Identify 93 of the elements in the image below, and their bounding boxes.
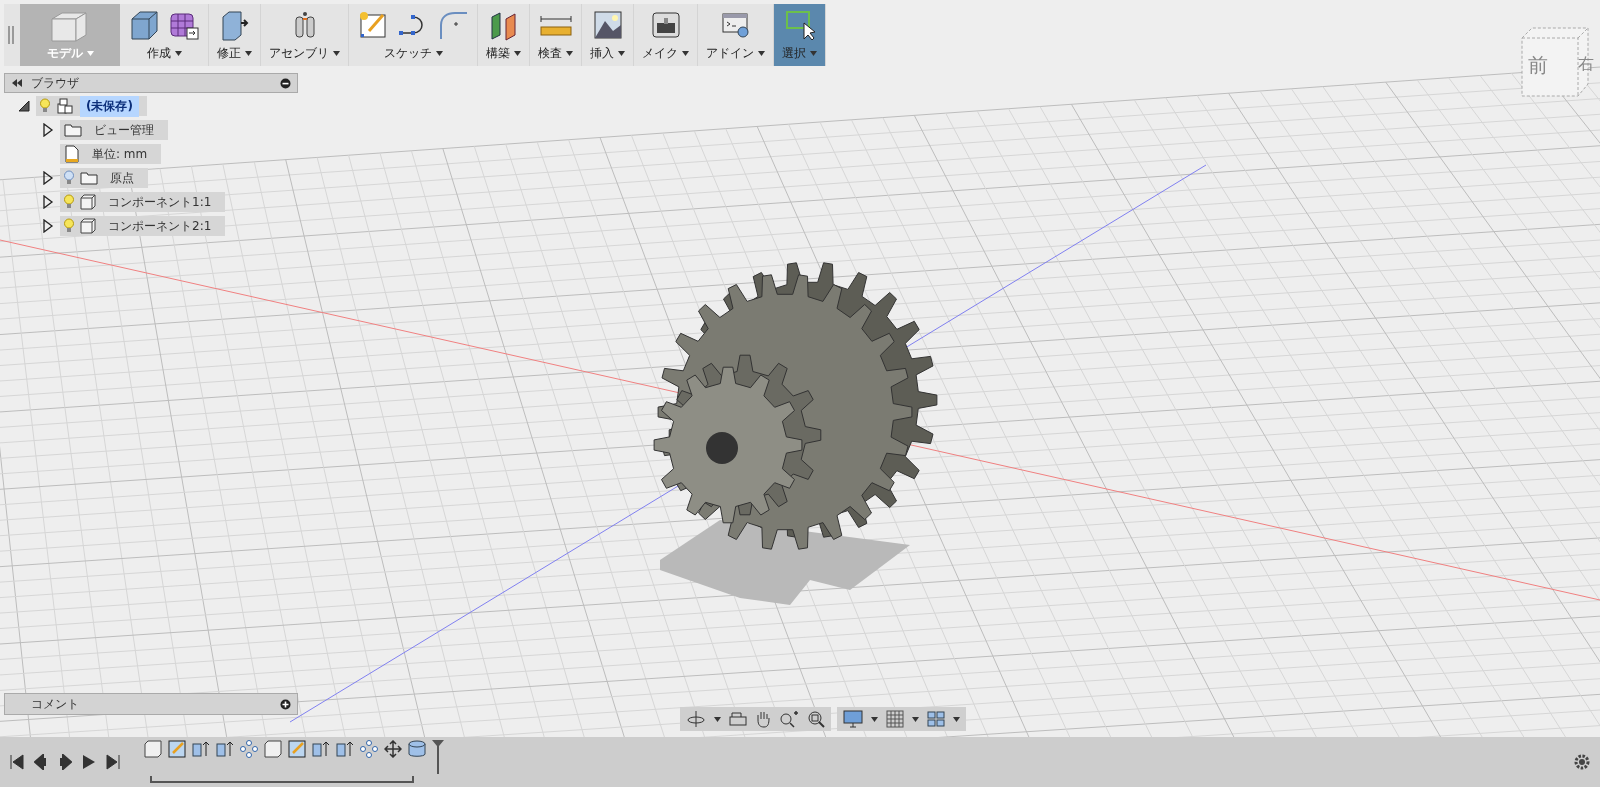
- viewports-icon[interactable]: [927, 711, 945, 727]
- sketch-step-icon[interactable]: [168, 740, 186, 758]
- caret-icon: [871, 716, 878, 722]
- box-step-icon[interactable]: [144, 740, 162, 758]
- cube-icon: [80, 194, 96, 210]
- toolbar-group[interactable]: 選択: [774, 4, 826, 66]
- cube-icon: [80, 218, 96, 234]
- caret-icon: [810, 51, 817, 56]
- node-label: 原点: [109, 169, 135, 187]
- node-label: コンポーネント2:1: [107, 217, 213, 235]
- caret-icon: [618, 51, 625, 56]
- collapse-icon: [11, 78, 23, 88]
- sketch-step-icon[interactable]: [288, 740, 306, 758]
- node-label: ビュー管理: [93, 121, 155, 139]
- caret-icon: [245, 51, 252, 56]
- minimize-icon: [280, 77, 291, 89]
- expand-triangle-icon[interactable]: [42, 171, 54, 185]
- lightbulb-icon[interactable]: [64, 218, 74, 234]
- timeline-marker-icon[interactable]: [432, 740, 444, 774]
- extrude-step-icon[interactable]: [192, 740, 210, 758]
- cylinder-step-icon[interactable]: [408, 740, 426, 758]
- extrude-step-icon[interactable]: [216, 740, 234, 758]
- play-icon[interactable]: [82, 754, 96, 770]
- step-back-icon[interactable]: [34, 754, 48, 770]
- caret-icon: [682, 51, 689, 56]
- browser-title: ブラウザ: [31, 74, 80, 92]
- orbit-icon[interactable]: [686, 710, 706, 728]
- browser-node[interactable]: コンポーネント1:1: [60, 192, 226, 212]
- caret-icon: [714, 716, 721, 722]
- settings-icon[interactable]: [1574, 754, 1590, 770]
- components-icon: [56, 97, 74, 115]
- folder-icon: [80, 171, 98, 185]
- toolbar-group[interactable]: 作成: [120, 4, 209, 66]
- lightbulb-icon[interactable]: [64, 170, 74, 186]
- caret-icon: [953, 716, 960, 722]
- monitor-icon[interactable]: [843, 710, 863, 728]
- pan-hand-icon[interactable]: [755, 710, 771, 728]
- caret-icon: [566, 51, 573, 56]
- toolbar-group[interactable]: スケッチ: [349, 4, 478, 66]
- zoom-fit-icon[interactable]: [807, 710, 825, 728]
- add-icon: [280, 698, 291, 710]
- browser-node[interactable]: コンポーネント2:1: [60, 216, 226, 236]
- browser-node[interactable]: 単位: mm: [60, 144, 162, 164]
- browser-node[interactable]: ビュー管理: [60, 120, 168, 140]
- folder-icon: [64, 123, 82, 137]
- move-step-icon[interactable]: [384, 740, 402, 758]
- toolbar-group[interactable]: アドイン: [698, 4, 774, 66]
- node-label: コンポーネント1:1: [107, 193, 213, 211]
- step-forward-icon[interactable]: [58, 754, 72, 770]
- caret-icon: [514, 51, 521, 56]
- node-label: (未保存): [80, 95, 139, 117]
- node-label: 単位: mm: [91, 145, 149, 163]
- extrude-step-icon[interactable]: [336, 740, 354, 758]
- collapse-triangle-icon[interactable]: [18, 99, 30, 113]
- toolbar-group[interactable]: 検査: [530, 4, 582, 66]
- extrude-step-icon[interactable]: [312, 740, 330, 758]
- toolbar-group[interactable]: 修正: [209, 4, 261, 66]
- image-icon: [591, 9, 624, 41]
- toolbar-grip[interactable]: [8, 26, 14, 44]
- fillet-line-icon: [437, 9, 469, 41]
- lightbulb-icon[interactable]: [64, 194, 74, 210]
- look-at-icon[interactable]: [729, 711, 747, 727]
- toolbar-group[interactable]: 構築: [478, 4, 530, 66]
- expand-triangle-icon[interactable]: [42, 195, 54, 209]
- comments-title: コメント: [30, 695, 80, 713]
- document-icon: [64, 145, 80, 163]
- expand-triangle-icon[interactable]: [42, 123, 54, 137]
- expand-triangle-icon[interactable]: [42, 219, 54, 233]
- caret-icon: [174, 51, 182, 56]
- browser-node[interactable]: 原点: [60, 168, 148, 188]
- joint-step-icon[interactable]: [240, 740, 258, 758]
- sketch-icon: [357, 9, 389, 41]
- zoom-icon[interactable]: [779, 710, 799, 728]
- caret-icon: [333, 51, 340, 56]
- front-face-label: 前: [1528, 52, 1548, 79]
- caret-icon: [912, 716, 919, 722]
- toolbar-group[interactable]: メイク: [634, 4, 698, 66]
- go-to-start-icon[interactable]: [10, 754, 24, 770]
- right-face-label: 右: [1578, 54, 1594, 75]
- toolbar-group[interactable]: 挿入: [582, 4, 634, 66]
- printer-icon: [649, 9, 682, 41]
- caret-icon: [86, 51, 94, 56]
- go-to-end-icon[interactable]: [106, 754, 120, 770]
- box-icon: [128, 9, 160, 41]
- browser-node[interactable]: (未保存): [36, 96, 147, 116]
- grid-icon[interactable]: [886, 710, 904, 728]
- caret-icon: [758, 51, 765, 56]
- caret-icon: [435, 51, 443, 56]
- lightbulb-icon[interactable]: [40, 98, 50, 114]
- box-step-icon[interactable]: [264, 740, 282, 758]
- joint-step-icon[interactable]: [360, 740, 378, 758]
- select-icon: [783, 9, 816, 41]
- toolbar-group[interactable]: アセンブリ: [261, 4, 349, 66]
